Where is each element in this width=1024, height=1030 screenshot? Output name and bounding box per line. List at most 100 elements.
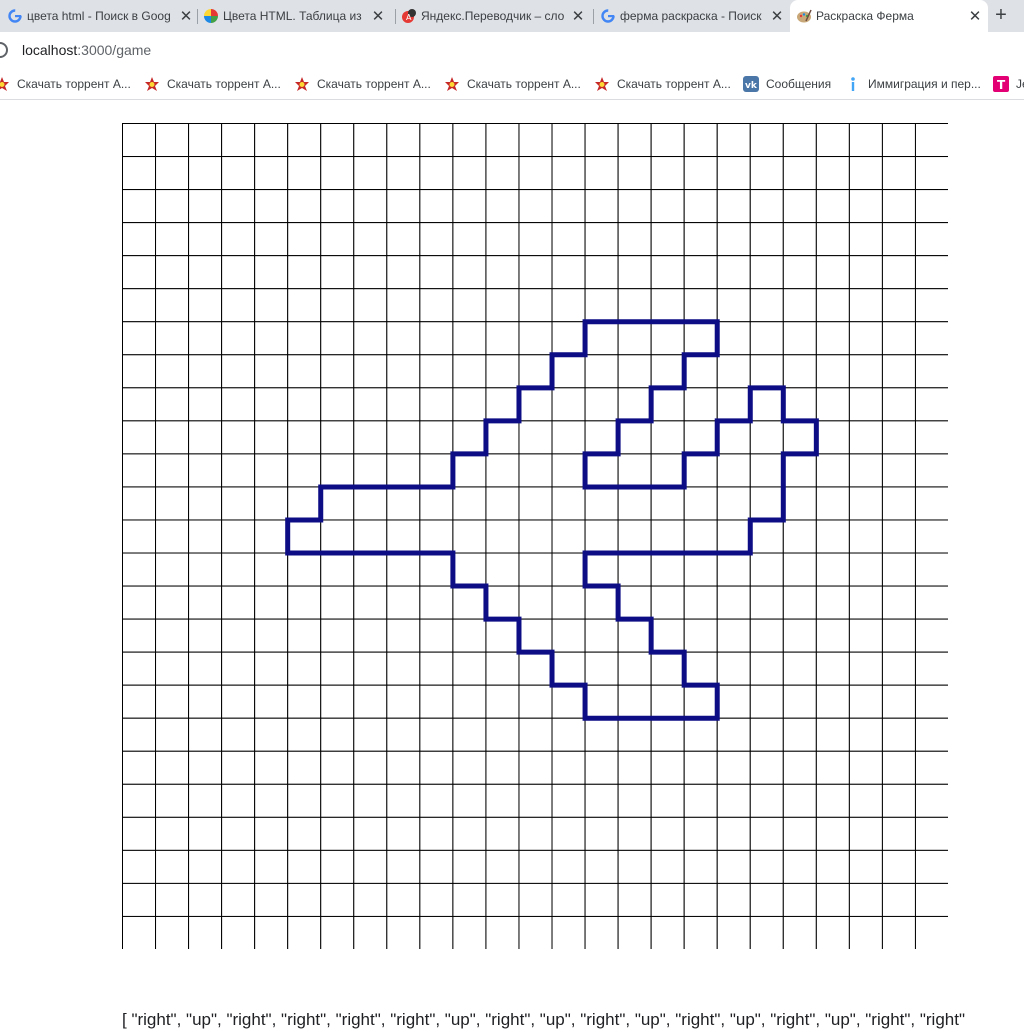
grid-cell[interactable] bbox=[518, 651, 553, 686]
grid-cell[interactable] bbox=[221, 321, 256, 356]
grid-cell[interactable] bbox=[749, 420, 784, 455]
grid-cell[interactable] bbox=[749, 387, 784, 422]
grid-cell[interactable] bbox=[221, 255, 256, 290]
grid-cell[interactable] bbox=[254, 519, 289, 554]
grid-cell[interactable] bbox=[749, 816, 784, 851]
grid-cell[interactable] bbox=[320, 453, 355, 488]
grid-cell[interactable] bbox=[914, 750, 948, 785]
grid-cell[interactable] bbox=[287, 684, 322, 719]
grid-cell[interactable] bbox=[386, 849, 421, 884]
grid-cell[interactable] bbox=[353, 882, 388, 917]
grid-cell[interactable] bbox=[782, 519, 817, 554]
grid-cell[interactable] bbox=[254, 585, 289, 620]
grid-cell[interactable] bbox=[551, 552, 586, 587]
grid-cell[interactable] bbox=[518, 783, 553, 818]
grid-cell[interactable] bbox=[584, 651, 619, 686]
grid-cell[interactable] bbox=[914, 915, 948, 949]
grid-cell[interactable] bbox=[320, 651, 355, 686]
grid-cell[interactable] bbox=[584, 882, 619, 917]
grid-cell[interactable] bbox=[353, 486, 388, 521]
grid-cell[interactable] bbox=[881, 684, 916, 719]
grid-cell[interactable] bbox=[584, 783, 619, 818]
grid-cell[interactable] bbox=[584, 717, 619, 752]
grid-cell[interactable] bbox=[353, 651, 388, 686]
grid-cell[interactable] bbox=[485, 255, 520, 290]
grid-cell[interactable] bbox=[122, 387, 157, 422]
grid-cell[interactable] bbox=[122, 618, 157, 653]
grid-cell[interactable] bbox=[287, 354, 322, 389]
grid-cell[interactable] bbox=[716, 684, 751, 719]
grid-cell[interactable] bbox=[518, 453, 553, 488]
grid-cell[interactable] bbox=[848, 750, 883, 785]
grid-cell[interactable] bbox=[419, 420, 454, 455]
grid-cell[interactable] bbox=[914, 552, 948, 587]
grid-cell[interactable] bbox=[848, 783, 883, 818]
grid-cell[interactable] bbox=[848, 882, 883, 917]
grid-cell[interactable] bbox=[650, 222, 685, 257]
grid-cell[interactable] bbox=[485, 684, 520, 719]
grid-cell[interactable] bbox=[518, 288, 553, 323]
grid-cell[interactable] bbox=[716, 519, 751, 554]
grid-cell[interactable] bbox=[518, 585, 553, 620]
grid-cell[interactable] bbox=[584, 486, 619, 521]
grid-cell[interactable] bbox=[155, 750, 190, 785]
grid-cell[interactable] bbox=[452, 684, 487, 719]
grid-cell[interactable] bbox=[716, 717, 751, 752]
grid-cell[interactable] bbox=[254, 420, 289, 455]
grid-cell[interactable] bbox=[551, 156, 586, 191]
grid-cell[interactable] bbox=[848, 156, 883, 191]
grid-cell[interactable] bbox=[782, 420, 817, 455]
grid-cell[interactable] bbox=[848, 453, 883, 488]
grid-cell[interactable] bbox=[386, 222, 421, 257]
grid-cell[interactable] bbox=[287, 816, 322, 851]
grid-cell[interactable] bbox=[188, 189, 223, 224]
grid-cell[interactable] bbox=[452, 783, 487, 818]
grid-cell[interactable] bbox=[419, 354, 454, 389]
grid-cell[interactable] bbox=[419, 156, 454, 191]
grid-cell[interactable] bbox=[518, 222, 553, 257]
grid-cell[interactable] bbox=[419, 486, 454, 521]
grid-cell[interactable] bbox=[650, 420, 685, 455]
grid-cell[interactable] bbox=[848, 222, 883, 257]
grid-cell[interactable] bbox=[419, 783, 454, 818]
grid-cell[interactable] bbox=[584, 519, 619, 554]
grid-cell[interactable] bbox=[749, 354, 784, 389]
grid-cell[interactable] bbox=[749, 585, 784, 620]
grid-cell[interactable] bbox=[683, 387, 718, 422]
grid-cell[interactable] bbox=[881, 387, 916, 422]
grid-cell[interactable] bbox=[386, 288, 421, 323]
grid-cell[interactable] bbox=[386, 519, 421, 554]
grid-cell[interactable] bbox=[782, 552, 817, 587]
grid-cell[interactable] bbox=[650, 717, 685, 752]
grid-cell[interactable] bbox=[155, 816, 190, 851]
grid-cell[interactable] bbox=[881, 156, 916, 191]
grid-cell[interactable] bbox=[485, 585, 520, 620]
grid-cell[interactable] bbox=[353, 387, 388, 422]
url-field[interactable]: localhost:3000/game bbox=[22, 42, 151, 58]
grid-cell[interactable] bbox=[848, 486, 883, 521]
grid-cell[interactable] bbox=[287, 387, 322, 422]
grid-cell[interactable] bbox=[749, 156, 784, 191]
grid-cell[interactable] bbox=[254, 354, 289, 389]
grid-cell[interactable] bbox=[254, 783, 289, 818]
grid-cell[interactable] bbox=[188, 552, 223, 587]
bookmark-item[interactable]: Скачать торрент А... bbox=[594, 74, 731, 94]
grid-cell[interactable] bbox=[782, 618, 817, 653]
grid-cell[interactable] bbox=[287, 849, 322, 884]
grid-cell[interactable] bbox=[683, 849, 718, 884]
bookmark-item[interactable]: Иммиграция и пер... bbox=[845, 74, 981, 94]
grid-cell[interactable] bbox=[254, 717, 289, 752]
grid-cell[interactable] bbox=[617, 156, 652, 191]
grid-cell[interactable] bbox=[914, 453, 948, 488]
grid-cell[interactable] bbox=[122, 783, 157, 818]
grid-cell[interactable] bbox=[188, 453, 223, 488]
grid-cell[interactable] bbox=[716, 156, 751, 191]
grid-cell[interactable] bbox=[485, 123, 520, 158]
grid-cell[interactable] bbox=[914, 222, 948, 257]
tab-4[interactable]: ферма раскраска - Поиск ✕ bbox=[595, 0, 790, 32]
grid-cell[interactable] bbox=[188, 750, 223, 785]
grid-cell[interactable] bbox=[551, 783, 586, 818]
grid-cell[interactable] bbox=[287, 519, 322, 554]
grid-cell[interactable] bbox=[914, 321, 948, 356]
grid-cell[interactable] bbox=[452, 849, 487, 884]
